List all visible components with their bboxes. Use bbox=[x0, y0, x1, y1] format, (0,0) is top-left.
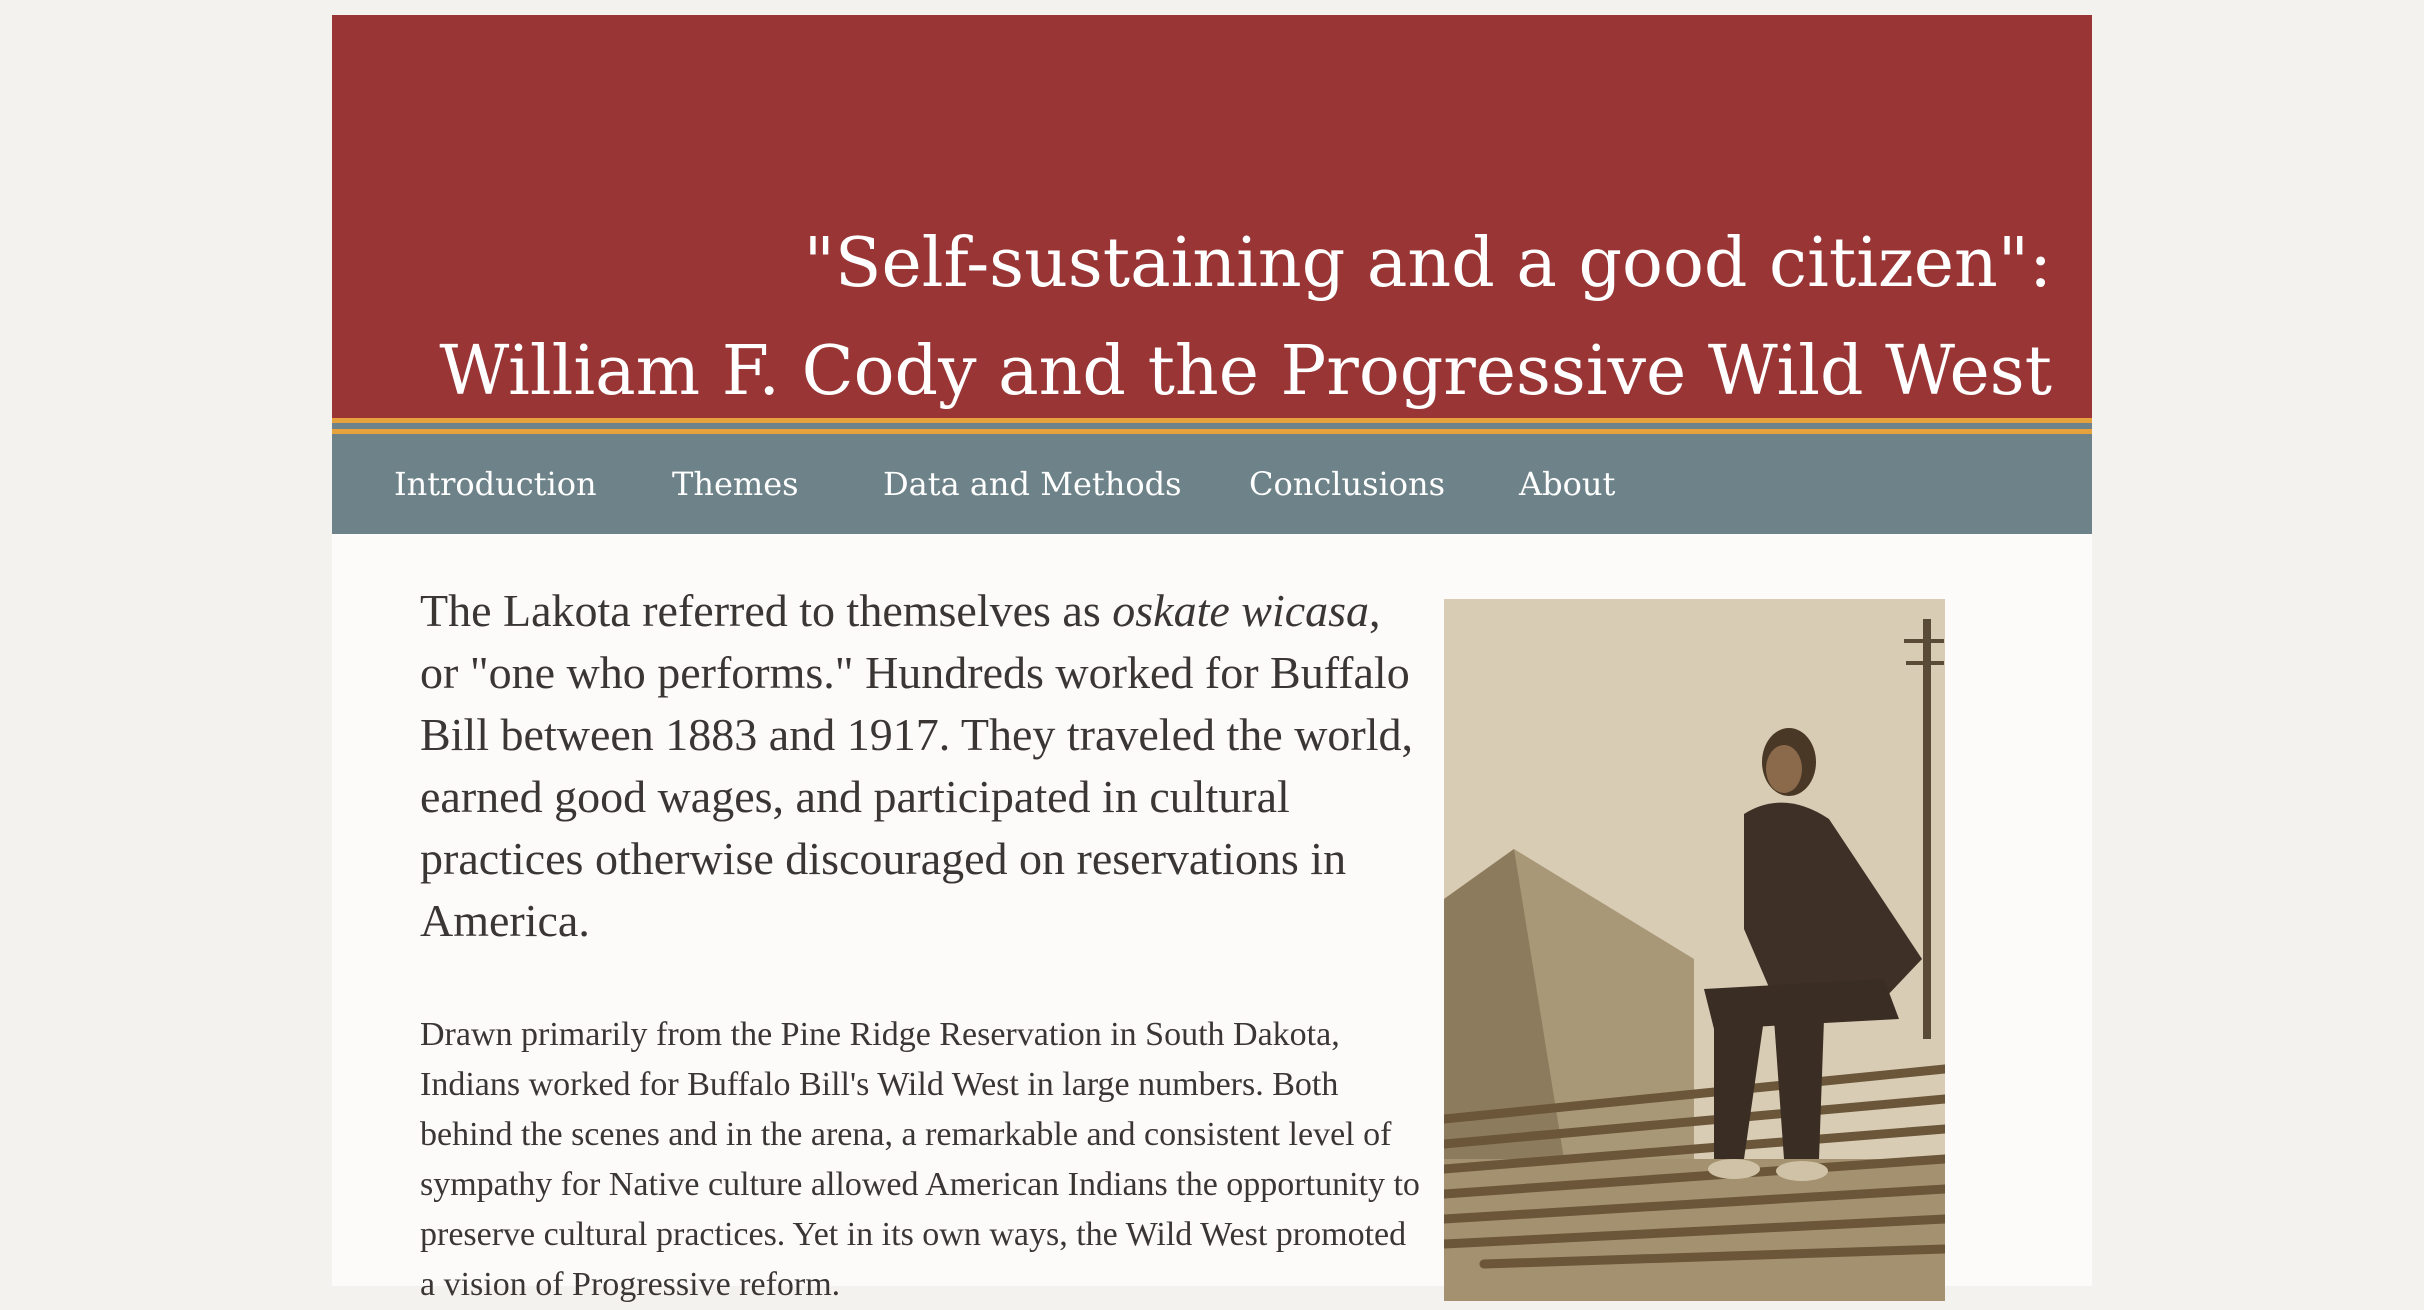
nav-item-conclusions[interactable]: Conclusions bbox=[1249, 434, 1445, 534]
nav-item-introduction[interactable]: Introduction bbox=[394, 434, 597, 534]
lead-text-end: , or "one who performs." Hundreds worked… bbox=[420, 585, 1414, 946]
main-content: The Lakota referred to themselves as osk… bbox=[420, 580, 1420, 1310]
pole-crossbar-2 bbox=[1906, 661, 1944, 665]
lead-text-start: The Lakota referred to themselves as bbox=[420, 585, 1113, 636]
site-title-line-2: William F. Cody and the Progressive Wild… bbox=[439, 332, 2052, 411]
nav-item-about[interactable]: About bbox=[1519, 434, 1615, 534]
lead-italic-term: oskate wicasa bbox=[1112, 585, 1370, 636]
main-nav: Introduction Themes Data and Methods Con… bbox=[332, 434, 2092, 534]
photo-illustration bbox=[1444, 599, 1945, 1301]
site-header: "Self-sustaining and a good citizen": Wi… bbox=[332, 15, 2092, 418]
body-paragraph: Drawn primarily from the Pine Ridge Rese… bbox=[420, 1016, 1420, 1303]
page-container: "Self-sustaining and a good citizen": Wi… bbox=[332, 15, 2092, 1303]
nav-item-themes[interactable]: Themes bbox=[672, 434, 799, 534]
site-title: "Self-sustaining and a good citizen": Wi… bbox=[352, 210, 2052, 426]
lakota-performer-photo bbox=[1444, 599, 1945, 1301]
nav-item-data-and-methods[interactable]: Data and Methods bbox=[883, 434, 1182, 534]
lead-paragraph: The Lakota referred to themselves as osk… bbox=[420, 580, 1420, 952]
site-title-line-1: "Self-sustaining and a good citizen": bbox=[803, 224, 2052, 303]
telegraph-pole bbox=[1923, 619, 1931, 1039]
pole-crossbar-1 bbox=[1904, 639, 1944, 643]
